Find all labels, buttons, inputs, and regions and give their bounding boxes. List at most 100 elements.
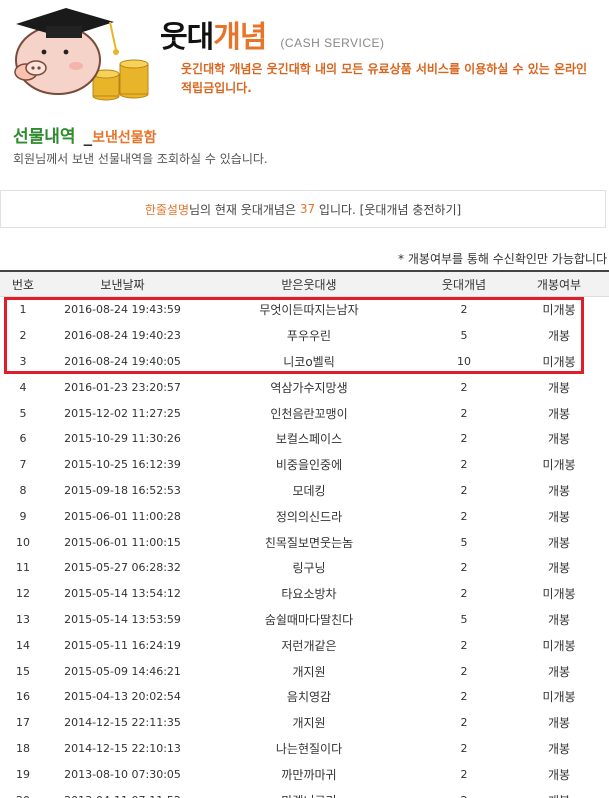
- row-number: 7: [19, 458, 27, 472]
- row-sent-date: 2015-05-14 13:53:59: [64, 612, 181, 626]
- row-sent-date: 2015-10-25 16:12:39: [64, 458, 181, 472]
- table-row: 2 2016-08-24 19:40:23 푸우우린 5 개봉: [0, 323, 609, 349]
- row-amount: 2: [460, 664, 468, 678]
- row-number: 3: [19, 354, 27, 368]
- table-header: 번호 보낸날짜 받은웃대생 웃대개념 개봉여부: [0, 270, 609, 297]
- balance-text-1: 님의 현재 웃대개념은: [189, 202, 300, 217]
- row-open-status: 개봉: [547, 561, 571, 576]
- table-row: 18 2014-12-15 22:10:13 나는현질이다 2 개봉: [0, 736, 609, 762]
- tagline: 웃긴대학 개념은 웃긴대학 내의 모든 유료상품 서비스를 이용하실 수 있는 …: [181, 62, 588, 95]
- row-open-status: 미개봉: [542, 690, 576, 705]
- table-row: 4 2016-01-23 23:20:57 역삼가수지망생 2 개봉: [0, 374, 609, 400]
- row-sent-date: 2015-06-01 11:00:15: [64, 535, 181, 549]
- row-recipient[interactable]: 푸우우린: [199, 327, 419, 344]
- row-recipient[interactable]: 인천음란꼬맹이: [199, 405, 419, 422]
- row-recipient[interactable]: 니코o벨릭: [199, 353, 419, 370]
- row-sent-date: 2016-08-24 19:40:05: [64, 354, 181, 368]
- row-amount: 2: [460, 561, 468, 575]
- user-name: 한줄설명: [144, 202, 189, 217]
- open-status-notice: * 개봉여부를 통해 수신확인만 가능합니다: [398, 252, 607, 266]
- section-title: 선물내역 _ 보낸선물함: [13, 122, 156, 147]
- row-recipient[interactable]: 개지원: [199, 663, 419, 680]
- row-amount: 2: [460, 509, 468, 523]
- table-row: 15 2015-05-09 14:46:21 개지원 2 개봉: [0, 658, 609, 684]
- row-open-status: 미개봉: [542, 354, 576, 369]
- row-open-status: 미개봉: [542, 303, 576, 318]
- row-number: 9: [19, 509, 27, 523]
- row-sent-date: 2013-08-10 07:30:05: [64, 767, 181, 781]
- row-recipient[interactable]: 타요소방차: [199, 585, 419, 602]
- table-row: 12 2015-05-14 13:54:12 타요소방차 2 미개봉: [0, 581, 609, 607]
- row-recipient[interactable]: 저런개같은: [199, 637, 419, 654]
- table-row: 10 2015-06-01 11:00:15 친목질보면웃는놈 5 개봉: [0, 529, 609, 555]
- balance-info-box: 한줄설명 님의 현재 웃대개념은 37 입니다. [웃대개념 충전하기]: [0, 190, 606, 228]
- row-number: 2: [19, 329, 27, 343]
- row-open-status: 개봉: [547, 329, 571, 344]
- brand-logo: 웃대 개념 (CASH SERVICE): [160, 12, 385, 56]
- row-amount: 2: [460, 458, 468, 472]
- row-open-status: 개봉: [547, 535, 571, 550]
- row-amount: 2: [460, 432, 468, 446]
- row-number: 1: [19, 303, 27, 317]
- table-row: 16 2015-04-13 20:02:54 음치영감 2 미개봉: [0, 684, 609, 710]
- row-recipient[interactable]: 정의의신드라: [199, 508, 419, 525]
- row-recipient[interactable]: 링구닝: [199, 559, 419, 576]
- row-recipient[interactable]: 개지원: [199, 714, 419, 731]
- table-row: 5 2015-12-02 11:27:25 인천음란꼬맹이 2 개봉: [0, 400, 609, 426]
- row-amount: 2: [460, 587, 468, 601]
- row-recipient[interactable]: 숨쉴때마다딸친다: [199, 611, 419, 628]
- row-number: 14: [16, 638, 30, 652]
- table-row: 14 2015-05-11 16:24:19 저런개같은 2 미개봉: [0, 632, 609, 658]
- row-amount: 2: [419, 794, 509, 798]
- table-row: 202013-04-11 07:11:52만렙너구리2개봉: [0, 787, 609, 798]
- row-open-status: 개봉: [547, 716, 571, 731]
- pig-mascot-icon: [14, 8, 149, 101]
- row-amount: 2: [460, 303, 468, 317]
- row-sent-date: 2015-05-09 14:46:21: [64, 664, 181, 678]
- row-recipient[interactable]: 보컬스페이스: [199, 430, 419, 447]
- table-row: 19 2013-08-10 07:30:05 까만까마귀 2 개봉: [0, 761, 609, 787]
- row-recipient[interactable]: 만렙너구리: [199, 792, 419, 798]
- row-amount: 2: [460, 716, 468, 730]
- table-row: 6 2015-10-29 11:30:26 보컬스페이스 2 개봉: [0, 426, 609, 452]
- row-open-status: 미개봉: [542, 638, 576, 653]
- row-recipient[interactable]: 까만까마귀: [199, 766, 419, 783]
- row-recipient[interactable]: 음치영감: [199, 688, 419, 705]
- row-sent-date: 2013-04-11 07:11:52: [46, 794, 199, 798]
- gift-history-table: 번호 보낸날짜 받은웃대생 웃대개념 개봉여부 1 2016-08-24 19:4…: [0, 270, 609, 798]
- row-amount: 2: [460, 741, 468, 755]
- row-recipient[interactable]: 친목질보면웃는놈: [199, 534, 419, 551]
- row-sent-date: 2015-12-02 11:27:25: [64, 406, 181, 420]
- table-row: 11 2015-05-27 06:28:32 링구닝 2 개봉: [0, 555, 609, 581]
- row-open-status: 개봉: [547, 380, 571, 395]
- row-sent-date: 2015-09-18 16:52:53: [64, 483, 181, 497]
- table-row: 8 2015-09-18 16:52:53 모데킹 2 개봉: [0, 478, 609, 504]
- row-amount: 2: [460, 767, 468, 781]
- row-amount: 2: [460, 638, 468, 652]
- section-title-sub: 보낸선물함: [92, 130, 157, 146]
- row-open-status: 개봉: [547, 406, 571, 421]
- row-amount: 2: [460, 483, 468, 497]
- row-open-status: 개봉: [547, 664, 571, 679]
- row-sent-date: 2016-01-23 23:20:57: [64, 380, 181, 394]
- row-sent-date: 2015-10-29 11:30:26: [64, 432, 181, 446]
- brand-accent-text: 개념: [213, 20, 267, 55]
- charge-link[interactable]: [웃대개념 충전하기]: [360, 201, 462, 218]
- balance-text-2: 입니다.: [315, 202, 360, 217]
- row-number: 20: [0, 794, 46, 798]
- row-amount: 10: [457, 354, 471, 368]
- row-open-status: 개봉: [509, 792, 609, 798]
- row-sent-date: 2016-08-24 19:40:23: [64, 329, 181, 343]
- table-row: 9 2015-06-01 11:00:28 정의의신드라 2 개봉: [0, 503, 609, 529]
- row-recipient[interactable]: 나는현질이다: [199, 740, 419, 757]
- row-sent-date: 2014-12-15 22:10:13: [64, 741, 181, 755]
- row-recipient[interactable]: 비중을인중에: [199, 456, 419, 473]
- brand-main-text: 웃대: [160, 20, 214, 55]
- table-row: 3 2016-08-24 19:40:05 니코o벨릭 10 미개봉: [0, 349, 609, 375]
- table-row: 17 2014-12-15 22:11:35 개지원 2 개봉: [0, 710, 609, 736]
- row-sent-date: 2015-04-13 20:02:54: [64, 690, 181, 704]
- row-recipient[interactable]: 역삼가수지망생: [199, 379, 419, 396]
- row-recipient[interactable]: 무엇이든따지는남자: [199, 301, 419, 318]
- row-open-status: 미개봉: [542, 587, 576, 602]
- row-recipient[interactable]: 모데킹: [199, 482, 419, 499]
